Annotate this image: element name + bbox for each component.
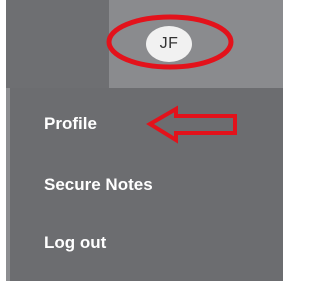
header-bar bbox=[109, 0, 283, 88]
menu-item-secure-notes[interactable]: Secure Notes bbox=[44, 175, 153, 195]
user-menu-screenshot: JF Profile Secure Notes Log out bbox=[0, 0, 283, 281]
menu-item-log-out[interactable]: Log out bbox=[44, 233, 106, 253]
header-left-panel bbox=[6, 0, 109, 88]
user-avatar-button[interactable]: JF bbox=[146, 26, 192, 62]
menu-item-profile[interactable]: Profile bbox=[44, 114, 97, 134]
menu-left-edge bbox=[6, 88, 10, 281]
